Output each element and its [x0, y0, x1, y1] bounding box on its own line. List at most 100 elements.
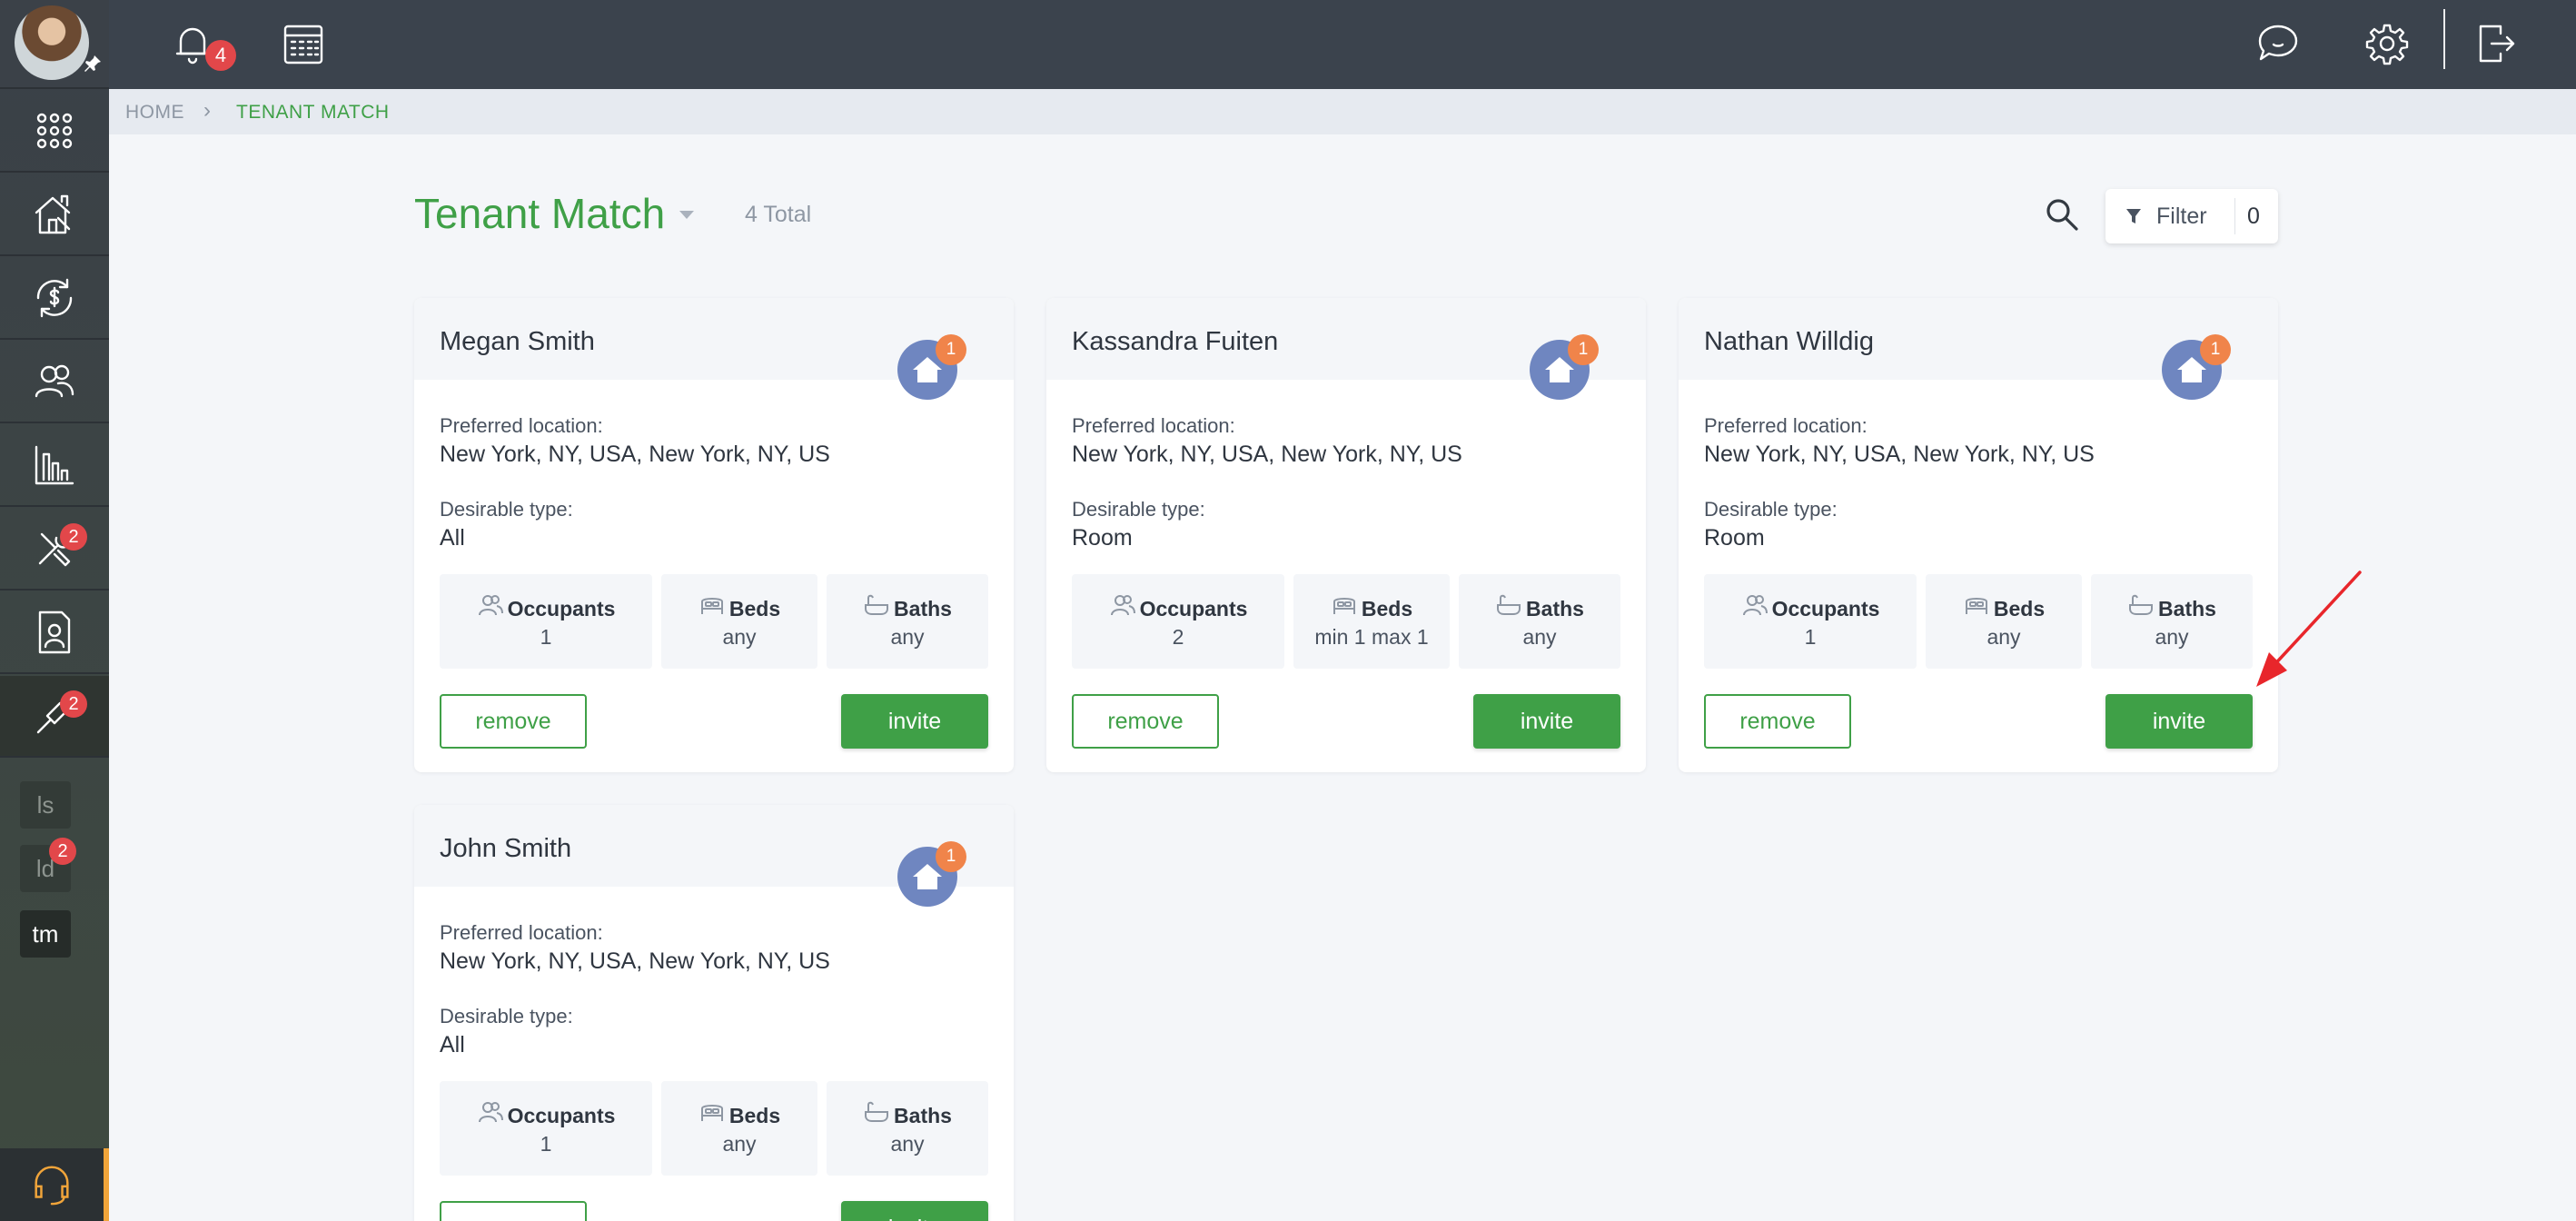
breadcrumb: HOME › TENANT MATCH [109, 89, 2576, 134]
preferred-location-label: Preferred location: [440, 414, 603, 437]
tenant-card: John Smith 1 Preferred location: New Yor… [414, 805, 1014, 1221]
sidebar-item-payments[interactable] [0, 258, 109, 340]
desirable-type-value: All [440, 1032, 465, 1057]
occupants-label: Occupants [507, 1104, 616, 1127]
baths-stat: Baths any [827, 574, 988, 669]
invite-button[interactable]: invite [841, 694, 988, 749]
desirable-type-label: Desirable type: [1704, 498, 1838, 521]
invite-button[interactable]: invite [1473, 694, 1620, 749]
gear-icon [2365, 24, 2409, 65]
preferred-location-label: Preferred location: [1704, 414, 1868, 437]
sidebar-sub-ld-badge: 2 [49, 838, 76, 865]
sidebar: 2 2 ls ld 2 tm [0, 0, 109, 1221]
sidebar-sub-tm[interactable]: tm [20, 910, 71, 958]
bed-icon [700, 1105, 723, 1121]
settings-button[interactable] [2360, 16, 2414, 71]
preferred-location-value: New York, NY, USA, New York, NY, US [1072, 442, 1462, 467]
bathtub-icon [1497, 594, 1521, 615]
calendar-icon [283, 25, 323, 65]
page-title[interactable]: Tenant Match [414, 189, 665, 238]
user-profile[interactable] [0, 0, 109, 89]
invite-button[interactable]: invite [841, 1201, 988, 1221]
occupants-stat: Occupants 1 [440, 574, 652, 669]
filter-icon [2126, 209, 2141, 223]
logout-button[interactable] [2469, 16, 2523, 71]
chat-icon [2258, 25, 2298, 61]
remove-button[interactable]: remove [1704, 694, 1851, 749]
bathtub-icon [865, 1101, 889, 1122]
beds-value: any [722, 1132, 757, 1156]
tenant-name[interactable]: Kassandra Fuiten [1072, 327, 1278, 357]
breadcrumb-separator: › [203, 98, 212, 123]
desirable-type-label: Desirable type: [440, 498, 573, 521]
messages-button[interactable] [2251, 16, 2305, 71]
headset-icon [35, 1166, 69, 1206]
occupants-stat: Occupants 1 [1704, 574, 1917, 669]
search-button[interactable] [2044, 196, 2082, 234]
tenant-name[interactable]: John Smith [440, 834, 571, 864]
beds-stat: Beds any [661, 574, 817, 669]
tenant-name[interactable]: Megan Smith [440, 327, 595, 357]
beds-label: Beds [728, 597, 781, 620]
filter-count: 0 [2247, 204, 2260, 229]
occupants-stat: Occupants 1 [440, 1081, 652, 1176]
occupants-icon [478, 1102, 503, 1123]
occupants-value: 1 [540, 625, 552, 649]
filter-button[interactable]: Filter 0 [2105, 189, 2278, 243]
beds-label: Beds [728, 1104, 781, 1127]
remove-button[interactable]: remove [440, 694, 587, 749]
bed-icon [1333, 598, 1355, 614]
filter-label: Filter [2156, 204, 2207, 229]
chevron-down-icon[interactable] [679, 211, 694, 219]
occupants-label: Occupants [1771, 597, 1880, 620]
remove-button[interactable]: remove [1072, 694, 1219, 749]
preferred-location-value: New York, NY, USA, New York, NY, US [440, 442, 830, 467]
invite-button[interactable]: invite [2105, 694, 2253, 749]
remove-button[interactable]: remove [440, 1201, 587, 1221]
baths-label: Baths [2158, 597, 2216, 620]
bathtub-icon [865, 594, 889, 615]
desirable-type-value: Room [1704, 525, 1765, 551]
search-icon [2046, 199, 2078, 231]
sidebar-item-maintenance[interactable]: 2 [0, 509, 109, 591]
sidebar-item-tenants[interactable] [0, 342, 109, 423]
beds-stat: Beds any [661, 1081, 817, 1176]
avatar[interactable] [15, 5, 89, 80]
beds-label: Beds [1993, 597, 2046, 620]
properties-icon [35, 194, 71, 234]
support-button[interactable] [0, 1148, 109, 1221]
sidebar-item-reports[interactable] [0, 425, 109, 507]
annotation-arrow-icon [2247, 569, 2374, 692]
sidebar-item-tools[interactable]: 2 [0, 676, 109, 758]
apps-grid-icon [36, 113, 73, 149]
tenant-name[interactable]: Nathan Willdig [1704, 327, 1874, 357]
calendar-button[interactable] [276, 16, 331, 71]
breadcrumb-current: TENANT MATCH [236, 102, 390, 123]
sidebar-item-documents[interactable] [0, 592, 109, 674]
logout-icon [2479, 25, 2515, 63]
tenants-icon [35, 364, 74, 398]
desirable-type-label: Desirable type: [440, 1005, 573, 1027]
bed-icon [700, 598, 723, 614]
property-count-badge: 1 [936, 841, 966, 872]
bed-icon [1965, 598, 1987, 614]
property-count-badge: 1 [2200, 334, 2231, 365]
preferred-location-label: Preferred location: [440, 921, 603, 944]
tenant-card: Megan Smith 1 Preferred location: New Yo… [414, 298, 1014, 772]
preferred-location-value: New York, NY, USA, New York, NY, US [1704, 442, 2095, 467]
tools-badge: 2 [60, 690, 87, 718]
occupants-value: 1 [540, 1132, 552, 1156]
property-count-badge: 1 [936, 334, 966, 365]
baths-stat: Baths any [2091, 574, 2253, 669]
occupants-icon [1110, 595, 1135, 616]
pin-icon[interactable] [82, 53, 104, 74]
occupants-value: 2 [1172, 625, 1184, 649]
sidebar-sub-ls[interactable]: ls [20, 781, 71, 829]
breadcrumb-home[interactable]: HOME [125, 102, 184, 124]
sidebar-item-properties[interactable] [0, 174, 109, 256]
beds-stat: Beds min 1 max 1 [1293, 574, 1450, 669]
top-bar: 4 [109, 0, 2576, 89]
beds-value: any [722, 625, 757, 649]
sidebar-item-apps[interactable] [0, 91, 109, 173]
baths-value: any [890, 625, 925, 649]
